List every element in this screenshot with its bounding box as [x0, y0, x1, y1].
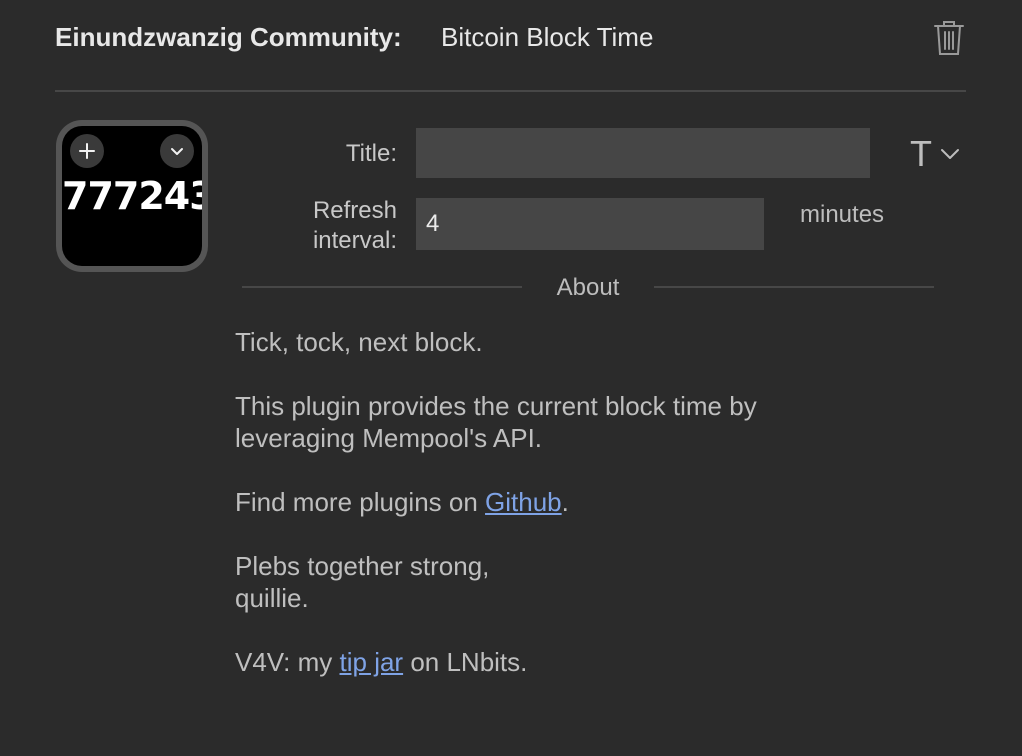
- key-preview-display: 777243: [62, 126, 202, 266]
- v4v-prefix: V4V: my: [235, 647, 340, 677]
- about-description-line1: This plugin provides the current block t…: [235, 391, 757, 421]
- about-v4v: V4V: my tip jar on LNbits.: [235, 646, 935, 678]
- refresh-unit-label: minutes: [800, 201, 885, 228]
- refresh-label-line2: interval:: [312, 227, 397, 254]
- more-prefix: Find more plugins on: [235, 487, 486, 517]
- title-label: Title:: [345, 140, 397, 167]
- plugin-group-title: Einundzwanzig Community:: [55, 22, 402, 52]
- about-description: This plugin provides the current block t…: [235, 390, 935, 454]
- add-button[interactable]: [70, 134, 104, 168]
- more-suffix: .: [561, 487, 569, 517]
- github-link[interactable]: Github: [485, 487, 562, 517]
- header: Einundzwanzig Community: Bitcoin Block T…: [55, 18, 967, 58]
- plugin-name: Bitcoin Block Time: [441, 22, 654, 52]
- about-more-plugins: Find more plugins on Github.: [235, 486, 935, 518]
- about-signoff: Plebs together strong, quillie.: [235, 550, 935, 614]
- block-height-value: 777243: [62, 174, 202, 218]
- plugin-settings-panel: Einundzwanzig Community: Bitcoin Block T…: [0, 0, 1022, 756]
- about-divider-left: [242, 286, 522, 288]
- chevron-down-icon: [171, 148, 183, 155]
- refresh-label-line1: Refresh: [312, 197, 397, 224]
- tip-jar-link[interactable]: tip jar: [340, 647, 404, 677]
- signoff-line1: Plebs together strong,: [235, 551, 490, 581]
- header-divider: [55, 90, 966, 92]
- signoff-line2: quillie.: [235, 583, 309, 613]
- about-text: Tick, tock, next block. This plugin prov…: [235, 326, 935, 710]
- tile-menu-button[interactable]: [160, 134, 194, 168]
- text-format-icon: T: [910, 133, 932, 174]
- about-tagline: Tick, tock, next block.: [235, 327, 483, 357]
- key-preview-tile[interactable]: 777243: [56, 120, 208, 272]
- refresh-interval-input[interactable]: [416, 198, 764, 250]
- about-heading: About: [556, 274, 620, 301]
- title-format-button[interactable]: T: [910, 133, 966, 174]
- chevron-down-icon: [941, 149, 959, 159]
- v4v-suffix: on LNbits.: [403, 647, 528, 677]
- refresh-interval-label: Refresh interval:: [313, 196, 397, 256]
- delete-button[interactable]: [931, 18, 967, 58]
- about-divider-right: [654, 286, 934, 288]
- about-description-line2: leveraging Mempool's API.: [235, 423, 543, 453]
- plus-icon: [79, 143, 95, 159]
- title-input[interactable]: [416, 128, 870, 178]
- trash-icon: [934, 21, 964, 55]
